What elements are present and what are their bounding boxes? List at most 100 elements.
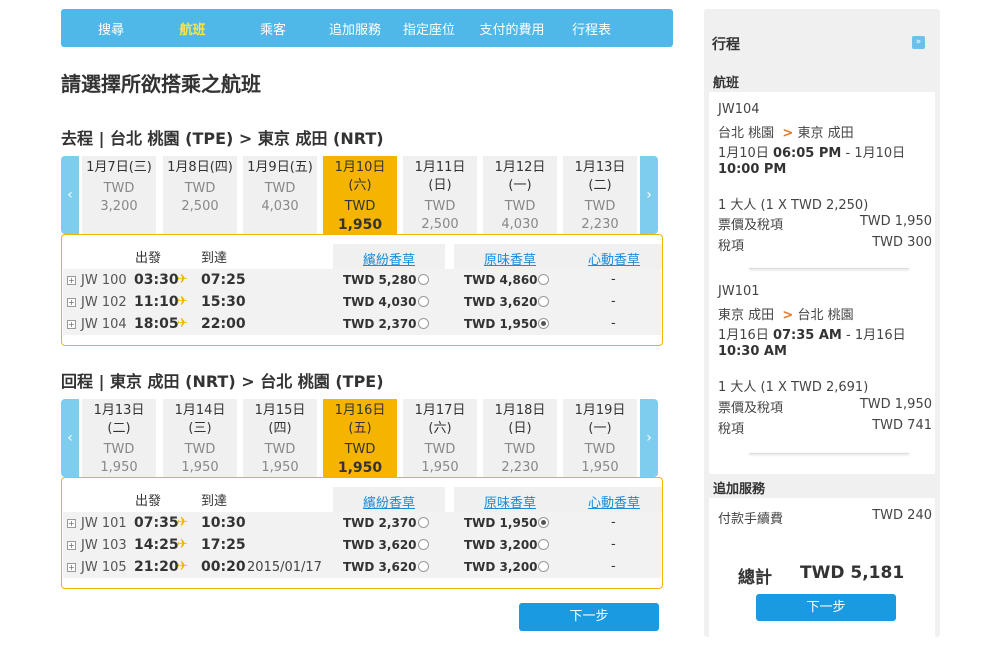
leg1-passengers: 1 大人 (1 X TWD 2,250) bbox=[718, 198, 869, 213]
fare-type-tab[interactable]: 繽紛香草 bbox=[333, 487, 445, 512]
fare-radio-selected[interactable] bbox=[538, 318, 549, 329]
nav-step-seats[interactable]: 指定座位 bbox=[388, 19, 470, 38]
divider bbox=[749, 268, 909, 269]
inbound-date-cell[interactable]: 1月19日(一) TWD 1,950 bbox=[563, 399, 637, 477]
fare-radio[interactable] bbox=[538, 296, 549, 307]
flights-section-header: 航班 bbox=[709, 68, 935, 92]
outbound-date-cell[interactable]: 1月7日(三) TWD 3,200 bbox=[82, 156, 156, 234]
inbound-date-cell[interactable]: 1月18日(日) TWD 2,230 bbox=[483, 399, 557, 477]
outbound-next-dates-button[interactable]: › bbox=[640, 156, 658, 234]
fare-type-tab[interactable]: 心動香草 bbox=[566, 244, 662, 269]
page-title: 請選擇所欲搭乘之航班 bbox=[61, 72, 261, 96]
total-value: TWD 5,181 bbox=[800, 563, 905, 583]
expand-details-icon[interactable]: + bbox=[67, 519, 76, 528]
leg1-flight-number: JW104 bbox=[718, 102, 760, 117]
flight-row: + JW 104 18:05 ✈ 22:00 TWD 2,370 TWD 1,9… bbox=[63, 313, 661, 335]
leg2-tax-row: 稅項 TWD 741 bbox=[718, 418, 932, 437]
fare-radio[interactable] bbox=[418, 561, 429, 572]
flight-row: + JW 101 07:35 ✈ 10:30 TWD 2,370 TWD 1,9… bbox=[63, 512, 661, 534]
outbound-prev-dates-button[interactable]: ‹ bbox=[61, 156, 79, 234]
outbound-date-strip: ‹ 1月7日(三) TWD 3,200 1月8日(四) TWD 2,500 1月9日(五… bbox=[61, 156, 659, 234]
nav-step-search[interactable]: 搜尋 bbox=[61, 19, 161, 38]
inbound-date-cell[interactable]: 1月17日(六) TWD 1,950 bbox=[403, 399, 477, 477]
divider bbox=[749, 453, 909, 454]
itinerary-sidebar: 行程 » 航班 JW104 台北 桃園 > 東京 成田 1月10日 06:05 … bbox=[704, 9, 940, 637]
leg2-flight-number: JW101 bbox=[718, 284, 760, 299]
expand-details-icon[interactable]: + bbox=[67, 320, 76, 329]
sidebar-next-step-button[interactable]: 下一步 bbox=[756, 594, 896, 621]
fare-type-tab[interactable]: 繽紛香草 bbox=[333, 244, 445, 269]
outbound-date-cell[interactable]: 1月11日(日) TWD 2,500 bbox=[403, 156, 477, 234]
leg1-fare-row: 票價及稅項 TWD 1,950 bbox=[718, 214, 932, 233]
inbound-date-strip: ‹ 1月13日(二) TWD 1,950 1月14日(三) TWD 1,950 1月15… bbox=[61, 399, 659, 477]
outbound-date-cell[interactable]: 1月9日(五) TWD 4,030 bbox=[243, 156, 317, 234]
nav-step-payment[interactable]: 支付的費用 bbox=[470, 19, 554, 38]
nav-step-itinerary[interactable]: 行程表 bbox=[554, 19, 629, 38]
fare-type-tab[interactable]: 原味香草 bbox=[454, 244, 566, 269]
departure-header: 出發 bbox=[135, 251, 162, 266]
chevron-left-icon: ‹ bbox=[67, 187, 73, 203]
inbound-next-dates-button[interactable]: › bbox=[640, 399, 658, 477]
arrival-header: 到達 bbox=[201, 251, 228, 266]
next-step-button[interactable]: 下一步 bbox=[519, 603, 659, 631]
step-nav: 搜尋 航班 乘客 追加服務 指定座位 支付的費用 行程表 bbox=[61, 9, 673, 47]
outbound-date-cell[interactable]: 1月12日(一) TWD 4,030 bbox=[483, 156, 557, 234]
plane-icon: ✈ bbox=[177, 559, 188, 574]
leg2-fare-row: 票價及稅項 TWD 1,950 bbox=[718, 397, 932, 416]
nav-step-passengers[interactable]: 乘客 bbox=[224, 19, 322, 38]
inbound-date-cell[interactable]: 1月15日(四) TWD 1,950 bbox=[243, 399, 317, 477]
plane-icon: ✈ bbox=[177, 272, 188, 287]
inbound-flight-table: 出發 到達 繽紛香草 原味香草 心動香草 + JW 101 07:35 ✈ 10… bbox=[61, 477, 663, 589]
leg2-times: 1月16日 07:35 AM - 1月16日 bbox=[718, 328, 906, 343]
expand-details-icon[interactable]: + bbox=[67, 541, 76, 550]
plane-icon: ✈ bbox=[177, 294, 188, 309]
fare-radio[interactable] bbox=[418, 539, 429, 550]
nav-step-flights[interactable]: 航班 bbox=[161, 19, 224, 38]
leg1-times: 1月10日 06:05 PM - 1月10日 bbox=[718, 146, 906, 161]
extras-section-header: 追加服務 bbox=[709, 474, 935, 498]
leg1-route: 台北 桃園 > 東京 成田 bbox=[718, 126, 854, 141]
flight-row: + JW 105 21:20 ✈ 00:20 2015/01/17 TWD 3,… bbox=[63, 556, 661, 578]
fare-radio[interactable] bbox=[418, 318, 429, 329]
payment-fee-row: 付款手續費 TWD 240 bbox=[718, 508, 932, 527]
arrival-header: 到達 bbox=[201, 494, 228, 509]
fare-radio-selected[interactable] bbox=[538, 517, 549, 528]
fare-radio[interactable] bbox=[538, 561, 549, 572]
inbound-prev-dates-button[interactable]: ‹ bbox=[61, 399, 79, 477]
fare-radio[interactable] bbox=[538, 539, 549, 550]
outbound-title: 去程 | 台北 桃園 (TPE) > 東京 成田 (NRT) bbox=[61, 129, 384, 148]
inbound-date-cell[interactable]: 1月14日(三) TWD 1,950 bbox=[163, 399, 237, 477]
plane-icon: ✈ bbox=[177, 316, 188, 331]
outbound-date-cell[interactable]: 1月8日(四) TWD 2,500 bbox=[163, 156, 237, 234]
inbound-date-cell-selected[interactable]: 1月16日(五) TWD 1,950 bbox=[323, 399, 397, 477]
fare-type-tab[interactable]: 原味香草 bbox=[454, 487, 566, 512]
outbound-date-cell[interactable]: 1月13日(二) TWD 2,230 bbox=[563, 156, 637, 234]
leg2-route: 東京 成田 > 台北 桃園 bbox=[718, 308, 854, 323]
outbound-flight-table: 出發 到達 繽紛香草 原味香草 心動香草 + JW 100 03:30 ✈ 07… bbox=[61, 234, 663, 346]
leg2-arrival-time: 10:30 AM bbox=[718, 344, 787, 359]
leg2-passengers: 1 大人 (1 X TWD 2,691) bbox=[718, 380, 869, 395]
expand-details-icon[interactable]: + bbox=[67, 563, 76, 572]
expand-details-icon[interactable]: + bbox=[67, 298, 76, 307]
nav-step-extras[interactable]: 追加服務 bbox=[322, 19, 388, 38]
total-label: 總計 bbox=[738, 568, 772, 588]
fare-radio[interactable] bbox=[418, 517, 429, 528]
itinerary-panel: 航班 JW104 台北 桃園 > 東京 成田 1月10日 06:05 PM - … bbox=[709, 68, 935, 637]
chevron-right-icon: › bbox=[646, 430, 652, 446]
plane-icon: ✈ bbox=[177, 515, 188, 530]
fare-type-tab[interactable]: 心動香草 bbox=[566, 487, 662, 512]
chevron-left-icon: ‹ bbox=[67, 430, 73, 446]
inbound-date-cell[interactable]: 1月13日(二) TWD 1,950 bbox=[82, 399, 156, 477]
collapse-arrow-icon[interactable]: » bbox=[912, 36, 925, 49]
fare-radio[interactable] bbox=[538, 274, 549, 285]
sidebar-title: 行程 bbox=[712, 37, 740, 53]
leg1-arrival-time: 10:00 PM bbox=[718, 162, 787, 177]
fare-radio[interactable] bbox=[418, 274, 429, 285]
expand-details-icon[interactable]: + bbox=[67, 276, 76, 285]
chevron-right-icon: › bbox=[646, 187, 652, 203]
departure-header: 出發 bbox=[135, 494, 162, 509]
flight-row: + JW 100 03:30 ✈ 07:25 TWD 5,280 TWD 4,8… bbox=[63, 269, 661, 291]
outbound-date-cell-selected[interactable]: 1月10日(六) TWD 1,950 bbox=[323, 156, 397, 234]
flight-row: + JW 103 14:25 ✈ 17:25 TWD 3,620 TWD 3,2… bbox=[63, 534, 661, 556]
fare-radio[interactable] bbox=[418, 296, 429, 307]
